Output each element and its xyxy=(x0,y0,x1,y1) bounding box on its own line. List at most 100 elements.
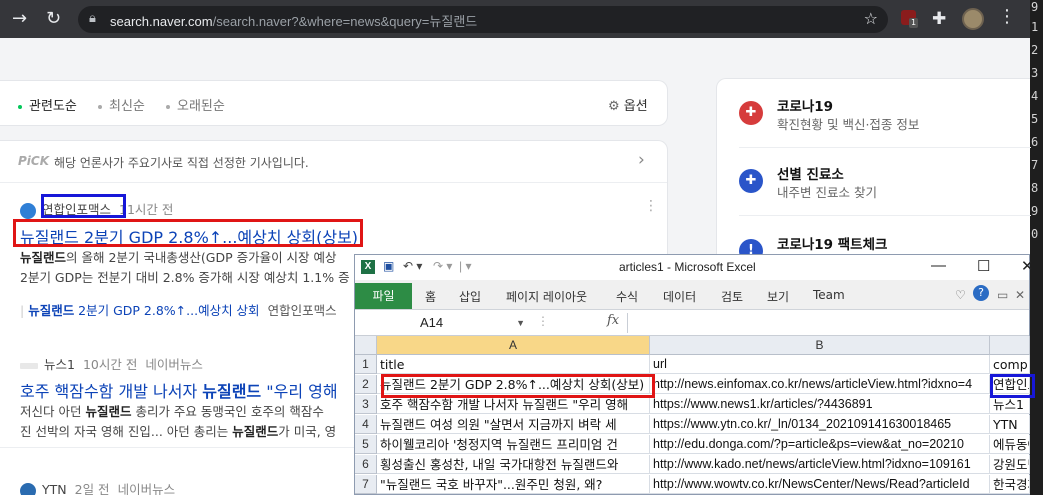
naver-news-link[interactable]: 네이버뉴스 xyxy=(145,357,203,372)
spreadsheet-grid[interactable]: A B 1 title url comp 2 뉴질랜드 2분기 GDP 2.8%↑...예… xyxy=(355,336,1030,494)
divider xyxy=(739,215,1031,216)
cell-comp[interactable]: comp xyxy=(990,355,1030,374)
press-name[interactable]: YTN xyxy=(42,482,67,495)
cell-comp[interactable]: 뉴스1 xyxy=(990,395,1030,414)
help-icon[interactable]: ? xyxy=(973,285,989,301)
cell-title[interactable]: 뉴질랜드 2분기 GDP 2.8%↑...예상치 상회(상보) xyxy=(377,375,650,394)
address-bar[interactable]: 🔒︎ search.naver.com/search.naver?&where=… xyxy=(78,6,888,33)
cell-url[interactable]: http://news.einfomax.co.kr/news/articleV… xyxy=(650,375,990,394)
cell-title[interactable]: 호주 핵잠수함 개발 나서자 뉴질랜드 "우리 영해 xyxy=(377,395,650,414)
cell-title[interactable]: 하이웰코리아 '청정지역 뉴질랜드 프리미엄 건 xyxy=(377,435,650,454)
line-digit: 3 xyxy=(1031,66,1039,80)
related-press: 연합인포맥스 xyxy=(267,303,337,318)
cell-url[interactable]: https://www.ytn.co.kr/_ln/0134_202109141… xyxy=(650,415,990,434)
minimize-icon[interactable]: — xyxy=(931,257,946,274)
cell-comp[interactable]: YTN xyxy=(990,415,1030,434)
row-header[interactable]: 2 xyxy=(355,375,377,394)
select-all-corner[interactable] xyxy=(355,336,377,355)
profile-avatar[interactable] xyxy=(962,8,984,30)
news-title[interactable]: 뉴질랜드 2분기 GDP 2.8%↑...예상치 상회(상보) xyxy=(20,224,358,248)
ribbon-collapse-icon[interactable]: ♡ xyxy=(955,288,966,302)
line-digit: 1 xyxy=(1031,20,1039,34)
column-header-b[interactable]: B xyxy=(650,336,990,355)
chrome-menu-icon[interactable]: ⋮ xyxy=(998,8,1016,26)
tab-team[interactable]: Team xyxy=(813,288,845,302)
row-header[interactable]: 4 xyxy=(355,415,377,434)
maximize-icon[interactable]: ☐ xyxy=(977,257,990,275)
tab-page-layout[interactable]: 페이지 레이아웃 xyxy=(506,288,587,305)
side-item-sub: 내주변 진료소 찾기 xyxy=(777,185,877,200)
tab-home[interactable]: 홈 xyxy=(425,288,436,305)
chevron-right-icon: › xyxy=(638,150,645,170)
tab-data[interactable]: 데이터 xyxy=(663,288,696,305)
cell-title[interactable]: title xyxy=(377,355,650,374)
extension-badge: 1 xyxy=(909,18,919,28)
more-options-icon[interactable]: ⋮ xyxy=(644,199,658,213)
sort-oldest[interactable]: 오래된순 xyxy=(166,95,225,114)
row-header[interactable]: 6 xyxy=(355,455,377,474)
side-item-clinic[interactable]: ✚ 선별 진료소 내주변 진료소 찾기 xyxy=(739,163,1019,211)
news-desc: 뉴질랜드의 올해 2분기 국내총생산(GDP 증가율이 시장 예상 2분기 GDP… xyxy=(20,250,350,285)
window-restore-icon[interactable]: ▭ xyxy=(997,288,1008,302)
redo-icon[interactable]: ↷ ▾ xyxy=(433,259,452,273)
extensions-puzzle-icon[interactable]: ✚ xyxy=(932,9,946,29)
row-header[interactable]: 1 xyxy=(355,355,377,374)
side-item-covid19[interactable]: ✚ 코로나19 확진현황 및 백신·접종 정보 xyxy=(739,95,1019,143)
cell-url[interactable]: url xyxy=(650,355,990,374)
cell-comp[interactable]: 에듀동아 xyxy=(990,435,1030,454)
customize-toolbar-icon[interactable]: | ▾ xyxy=(459,259,471,273)
news-title[interactable]: 호주 핵잠수함 개발 나서자 뉴질랜드 "우리 영해 xyxy=(20,378,338,402)
excel-app-icon[interactable]: X xyxy=(361,260,375,274)
background-editor-strip: 9 1 2 3 4 5 6 7 8 9 0 xyxy=(1030,0,1043,495)
press-logo-icon xyxy=(20,202,36,219)
column-header-c[interactable] xyxy=(990,336,1030,355)
cell-title[interactable]: 횡성출신 홍성찬, 내일 국가대항전 뉴질랜드와 xyxy=(377,455,650,474)
press-logo-icon xyxy=(20,362,38,369)
line-digit: 4 xyxy=(1031,89,1039,103)
location-pin-icon: ✚ xyxy=(739,169,763,193)
ublock-extension-icon[interactable]: 1 xyxy=(901,10,919,28)
column-header-a[interactable]: A xyxy=(377,336,650,355)
press-name[interactable]: 연합인포맥스 xyxy=(42,202,111,217)
options-button[interactable]: ⚙︎ 옵션 xyxy=(608,95,648,114)
tab-insert[interactable]: 삽입 xyxy=(459,288,481,305)
close-icon[interactable]: ✕ xyxy=(1021,257,1034,275)
sort-relevance[interactable]: 관련도순 xyxy=(18,95,77,114)
tab-review[interactable]: 검토 xyxy=(721,288,743,305)
tab-file[interactable]: 파일 xyxy=(355,283,412,309)
name-box[interactable]: A14 ▼ xyxy=(375,313,525,333)
cell-url[interactable]: http://edu.donga.com/?p=article&ps=view&… xyxy=(650,435,990,454)
save-icon[interactable]: ▣ xyxy=(383,259,394,273)
formula-input[interactable] xyxy=(627,313,1027,333)
naver-news-link[interactable]: 네이버뉴스 xyxy=(118,482,176,495)
tab-formulas[interactable]: 수식 xyxy=(616,288,638,305)
cell-title[interactable]: 뉴질랜드 여성 의원 "살면서 지금까지 벼락 세 xyxy=(377,415,650,434)
cell-comp[interactable]: 연합인포 xyxy=(990,375,1030,394)
row-header[interactable]: 3 xyxy=(355,395,377,414)
news-desc: 저신다 아던 뉴질랜드 총리가 주요 동맹국인 호주의 핵잠수 진 선박의 자국 … xyxy=(20,404,337,439)
dropdown-arrow-icon[interactable]: ▼ xyxy=(516,313,525,333)
bookmark-star-icon[interactable]: ☆ xyxy=(864,9,878,28)
cell-url[interactable]: http://www.kado.net/news/articleView.htm… xyxy=(650,455,990,474)
line-digit: 2 xyxy=(1031,43,1039,57)
insert-function-icon[interactable]: fx xyxy=(607,313,619,328)
cell-title[interactable]: "뉴질랜드 국호 바꾸자"...원주민 청원, 왜? xyxy=(377,475,650,494)
cell-url[interactable]: https://www.news1.kr/articles/?4436891 xyxy=(650,395,990,414)
press-name[interactable]: 뉴스1 xyxy=(44,357,75,372)
line-digit: 0 xyxy=(1031,227,1039,241)
pick-banner[interactable]: PiCK 해당 언론사가 주요기사로 직접 선정한 기사입니다. › xyxy=(0,141,667,183)
news-press-row: YTN 2일 전 네이버뉴스 xyxy=(20,479,175,495)
tab-view[interactable]: 보기 xyxy=(767,288,789,305)
sort-latest[interactable]: 최신순 xyxy=(98,95,145,114)
related-news-link[interactable]: | 뉴질랜드 2분기 GDP 2.8%↑...예상치 상회 연합인포맥스 xyxy=(20,300,337,319)
cell-comp[interactable]: 한국경제 xyxy=(990,475,1030,494)
cell-comp[interactable]: 강원도민 xyxy=(990,455,1030,474)
line-digit: 9 xyxy=(1031,204,1039,218)
window-close-icon[interactable]: ✕ xyxy=(1015,288,1025,302)
row-header[interactable]: 5 xyxy=(355,435,377,454)
forward-arrow-icon[interactable]: → xyxy=(12,10,27,28)
row-header[interactable]: 7 xyxy=(355,475,377,494)
reload-icon[interactable]: ↻ xyxy=(46,10,61,28)
undo-icon[interactable]: ↶ ▾ xyxy=(403,259,422,273)
cell-url[interactable]: http://www.wowtv.co.kr/NewsCenter/News/R… xyxy=(650,475,990,494)
